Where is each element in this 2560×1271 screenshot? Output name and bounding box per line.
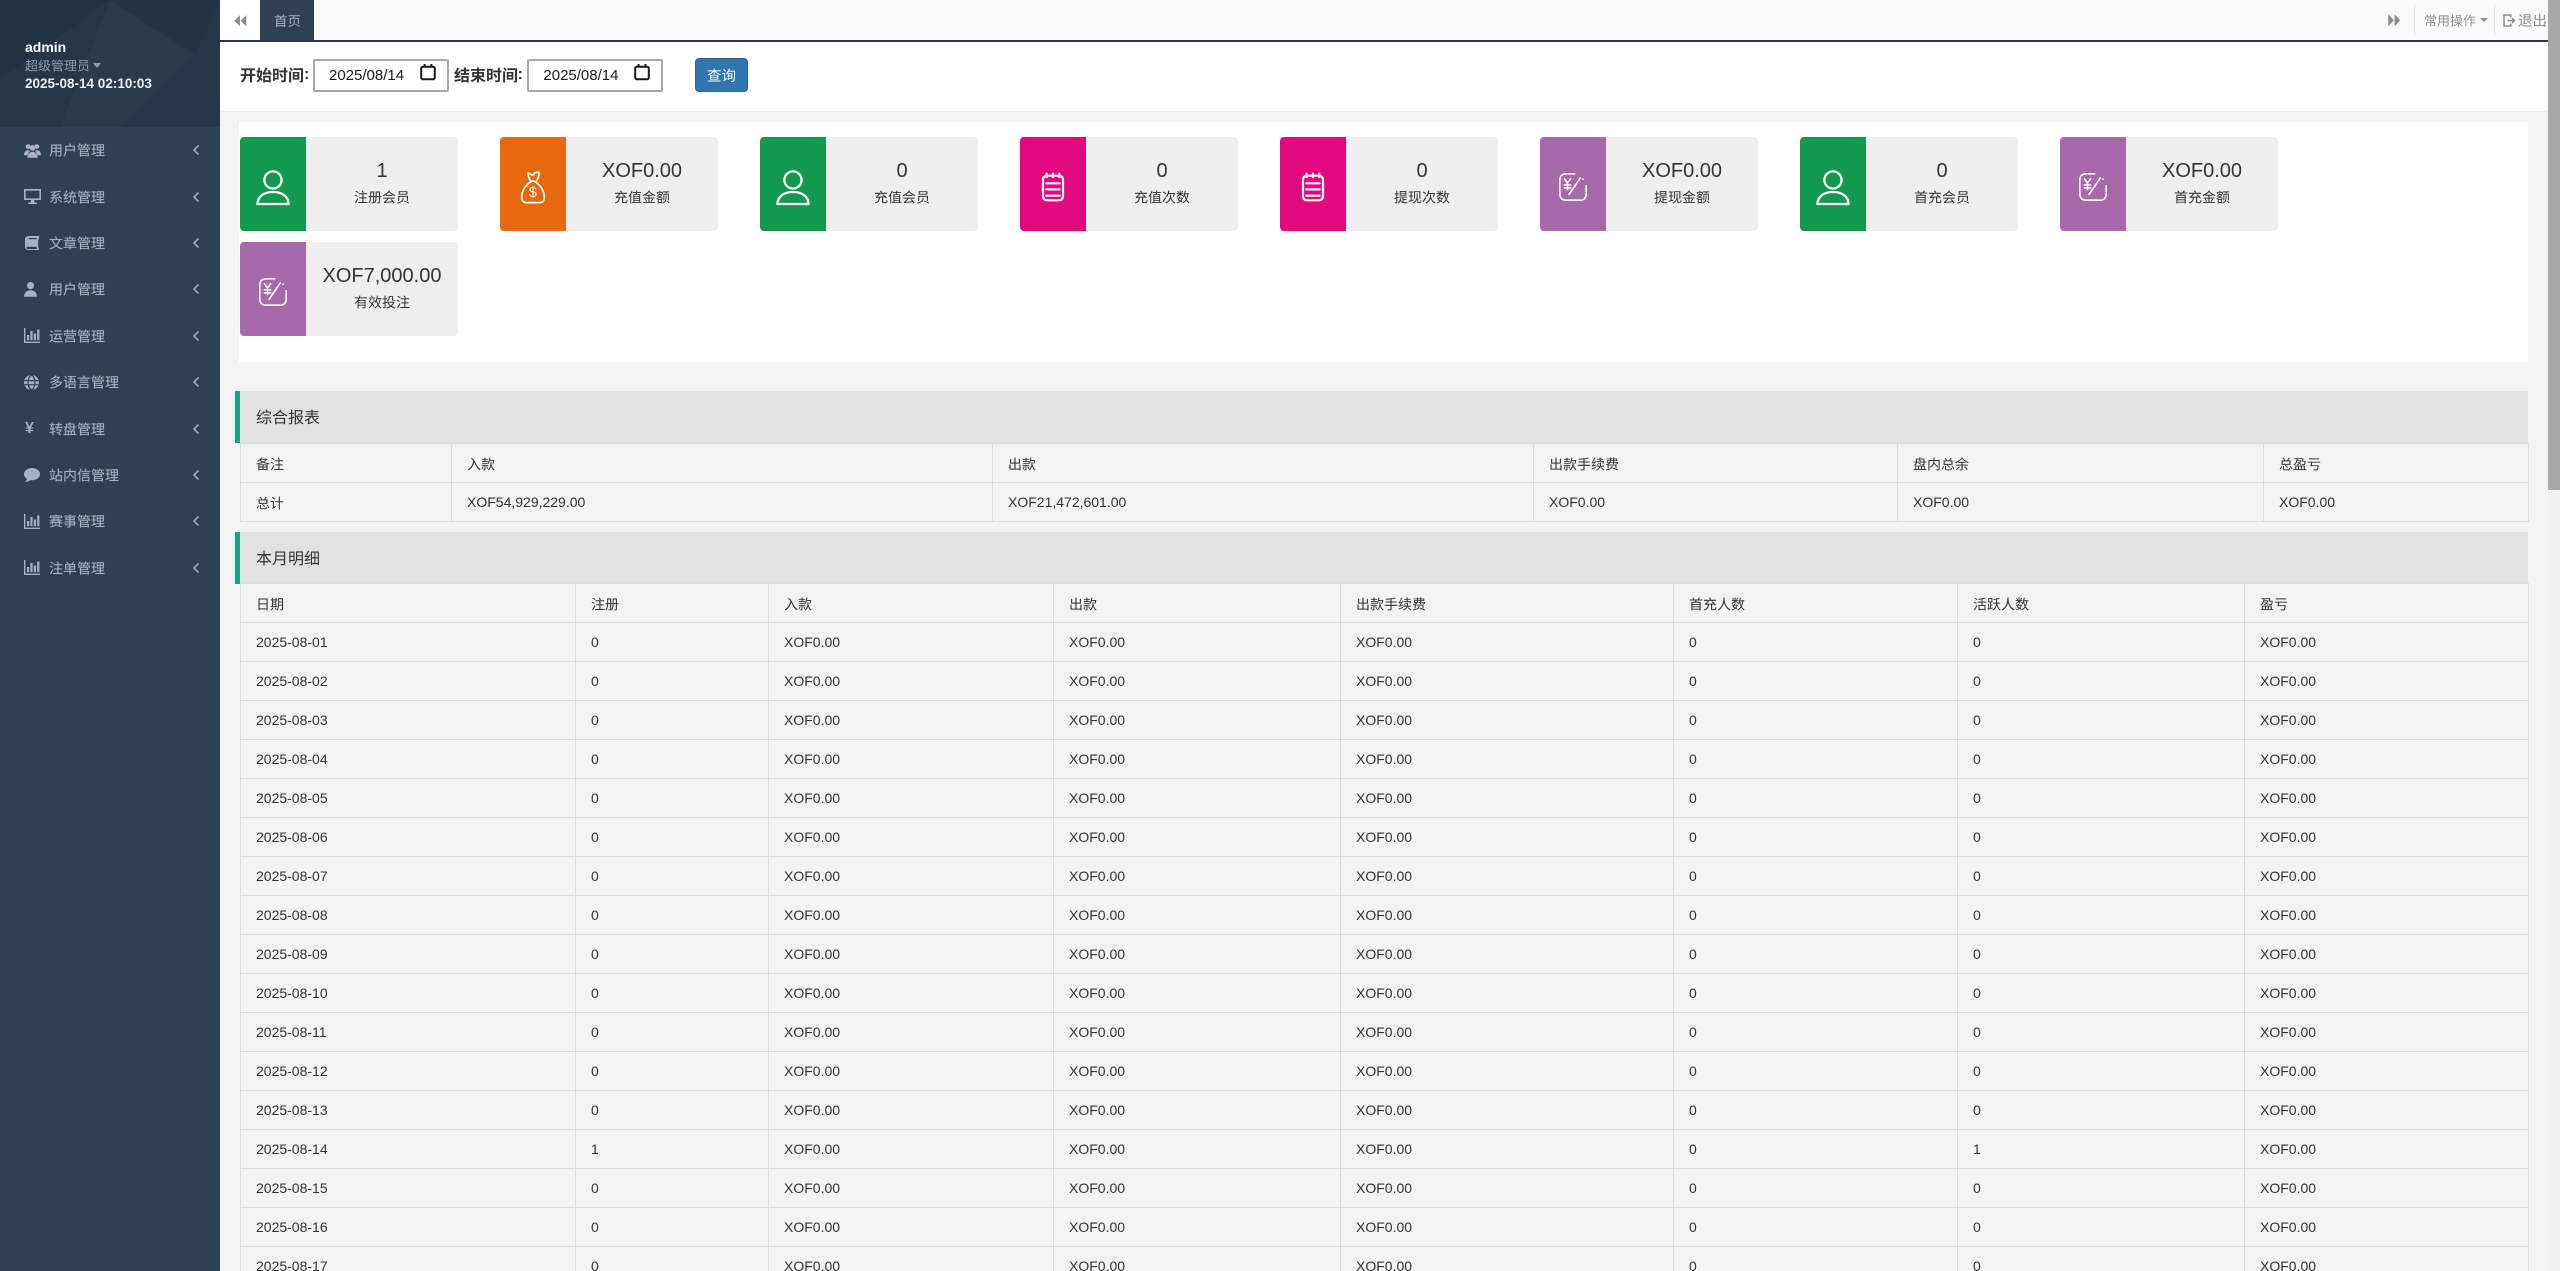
svg-text:$: $ bbox=[529, 185, 537, 201]
